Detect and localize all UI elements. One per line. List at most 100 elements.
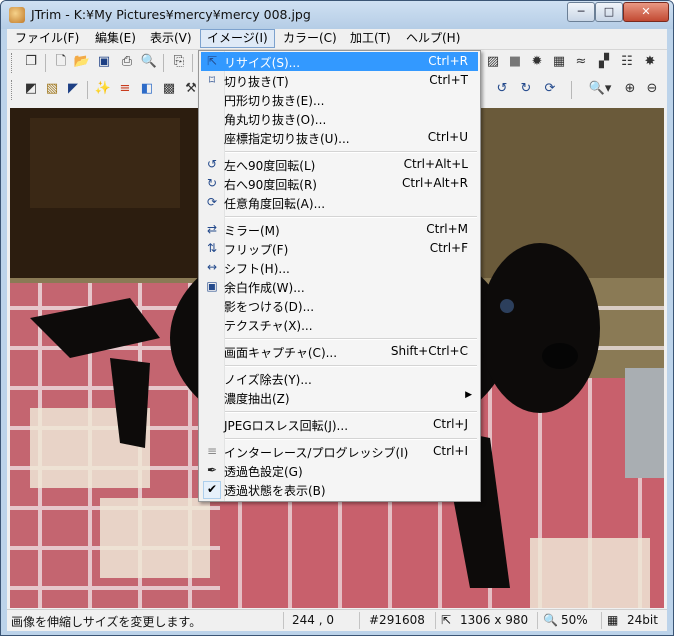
menu-item-rotate-left-90[interactable]: ↺ 左へ90度回転(L) Ctrl+Alt+L [201,155,478,174]
menu-separator [225,151,477,153]
menu-process[interactable]: 加工(T) [344,30,397,47]
menu-item-drop-shadow[interactable]: 影をつける(D)... [201,296,478,315]
menu-separator [225,338,477,340]
menu-item-shortcut: Ctrl+U [427,130,468,144]
color-balance-icon[interactable]: ◧ [138,80,156,98]
menu-item-label: ノイズ除去(Y)... [224,373,312,387]
color-depth-icon: ▦ [607,613,619,627]
menu-item-shortcut: Shift+Ctrl+C [390,344,468,358]
print-icon[interactable]: ⎙ [118,53,136,71]
menu-item-shortcut: Ctrl+R [428,54,468,68]
menu-item-flip[interactable]: ⇅ フリップ(F) Ctrl+F [201,239,478,258]
status-separator [435,612,436,629]
menu-item-noise-removal[interactable]: ノイズ除去(Y)... [201,369,478,388]
menu-item-mirror[interactable]: ⇄ ミラー(M) Ctrl+M [201,220,478,239]
status-separator [601,612,602,629]
status-separator [537,612,538,629]
open-folder-icon[interactable]: 📂 [73,53,91,71]
menu-item-show-transparency[interactable]: ✔ 透過状態を表示(B) [201,480,478,499]
print-preview-icon[interactable]: 🔍 [140,53,158,71]
minimize-button[interactable]: ─ [567,2,595,22]
menu-item-transparent-color[interactable]: ✒ 透過色設定(G) [201,461,478,480]
shift-icon: ↔ [206,260,218,274]
magic-wand-icon[interactable]: ✨ [94,80,112,98]
frame-icon[interactable]: ▨ [484,53,502,71]
toolbar-separator [45,54,46,72]
menu-item-label: 透過色設定(G) [224,465,303,479]
copy-icon[interactable]: ⎘ [170,53,188,71]
menu-item-circle-crop[interactable]: 円形切り抜き(E)... [201,90,478,109]
menu-item-label: 切り抜き(T) [224,75,289,89]
menu-item-label: 余白作成(W)... [224,281,305,295]
close-button[interactable]: ✕ [623,2,669,22]
stipple-icon[interactable]: ▞ [595,53,613,71]
menu-item-texture[interactable]: テクスチャ(X)... [201,315,478,334]
gradient-icon[interactable]: ◩ [22,80,40,98]
flip-icon: ⇅ [206,241,218,255]
jtrim-app-icon[interactable] [9,7,25,23]
menu-item-coordinate-crop[interactable]: 座標指定切り抜き(U)... Ctrl+U [201,128,478,147]
rotate-left-90-icon[interactable]: ↺ [493,80,511,98]
color-depth: 24bit [627,613,658,627]
menu-item-label: 影をつける(D)... [224,300,315,314]
menu-item-density-extract[interactable]: 濃度抽出(Z) ▶ [201,388,478,407]
save-icon[interactable]: ▣ [95,53,113,71]
menu-item-jpeg-lossless-rotate[interactable]: JPEGロスレス回転(J)... Ctrl+J [201,415,478,434]
title-bar[interactable]: JTrim - K:¥My Pictures¥mercy¥mercy 008.j… [1,1,673,29]
menu-item-rotate-right-90[interactable]: ↻ 右へ90度回転(R) Ctrl+Alt+R [201,174,478,193]
menu-item-rounded-crop[interactable]: 角丸切り抜き(O)... [201,109,478,128]
menu-help[interactable]: ヘルプ(H) [400,30,466,47]
wave-icon[interactable]: ≈ [572,53,590,71]
new-window-icon[interactable]: ❐ [22,53,40,71]
sunburst-icon[interactable]: ✹ [528,53,546,71]
brick-icon[interactable]: ☷ [618,53,636,71]
menu-item-label: 任意角度回転(A)... [224,197,326,211]
menu-item-label: テクスチャ(X)... [224,319,313,333]
menu-item-interlace[interactable]: ≡ インターレース/プログレッシブ(I) Ctrl+I [201,442,478,461]
mosaic-icon[interactable]: ▦ [550,53,568,71]
rotate-free-icon: ⟳ [206,195,218,209]
toolbar-grip[interactable] [11,53,15,73]
status-bar: 画像を伸縮しサイズを変更します。 244 , 0 #291608 ⇱ 1306 … [7,609,667,631]
zoom-out-icon[interactable]: ⊖ [643,80,661,98]
menu-item-add-margin[interactable]: ▣ 余白作成(W)... [201,277,478,296]
zoom-in-icon[interactable]: ⊕ [621,80,639,98]
menu-view[interactable]: 表示(V) [144,30,198,47]
picture-icon[interactable]: ▩ [160,80,178,98]
menu-item-label: 透過状態を表示(B) [224,484,326,498]
status-separator [283,612,284,629]
menu-item-label: シフト(H)... [224,262,290,276]
menu-item-screen-capture[interactable]: 画面キャプチャ(C)... Shift+Ctrl+C [201,342,478,361]
maximize-button[interactable]: □ [595,2,623,22]
menu-item-shortcut: Ctrl+Alt+L [403,157,468,171]
menu-color[interactable]: カラー(C) [277,30,343,47]
menu-item-shortcut: Ctrl+Alt+R [401,176,468,190]
menu-item-rotate-free[interactable]: ⟳ 任意角度回転(A)... [201,193,478,212]
menu-item-label: インターレース/プログレッシブ(I) [224,446,409,460]
sepia-icon[interactable]: ▧ [43,80,61,98]
menu-edit[interactable]: 編集(E) [89,30,142,47]
image-menu-dropdown: ⇱ リサイズ(S)... Ctrl+R ⌑ 切り抜き(T) Ctrl+T 円形切… [198,50,481,502]
menu-item-shift[interactable]: ↔ シフト(H)... [201,258,478,277]
menu-item-label: 左へ90度回転(L) [224,159,316,173]
menu-item-label: 座標指定切り抜き(U)... [224,132,350,146]
menu-item-label: 画面キャプチャ(C)... [224,346,338,360]
new-file-icon[interactable]: 🗋 [52,53,70,71]
menu-item-resize[interactable]: ⇱ リサイズ(S)... Ctrl+R [201,52,478,71]
contrast-icon[interactable]: ◤ [64,80,82,98]
rotate-right-90-icon[interactable]: ↻ [517,80,535,98]
color-bars-icon[interactable]: ≡ [116,80,134,98]
menu-image[interactable]: イメージ(I) [200,29,275,48]
cursor-position: 244 , 0 [292,613,334,627]
menu-item-label: 円形切り抜き(E)... [224,94,325,108]
rotate-free-icon[interactable]: ⟳ [541,80,559,98]
submenu-arrow-icon: ▶ [465,390,472,400]
window-title: JTrim - K:¥My Pictures¥mercy¥mercy 008.j… [31,7,311,22]
menu-file[interactable]: ファイル(F) [9,30,85,47]
menu-item-crop[interactable]: ⌑ 切り抜き(T) Ctrl+T [201,71,478,90]
toolbar-grip[interactable] [11,80,15,100]
zoom-icon[interactable]: 🔍▾ [587,80,613,98]
solid-fill-icon[interactable]: ■ [506,53,524,71]
sparkle-icon[interactable]: ✸ [641,53,659,71]
menu-item-label: フリップ(F) [224,243,289,257]
